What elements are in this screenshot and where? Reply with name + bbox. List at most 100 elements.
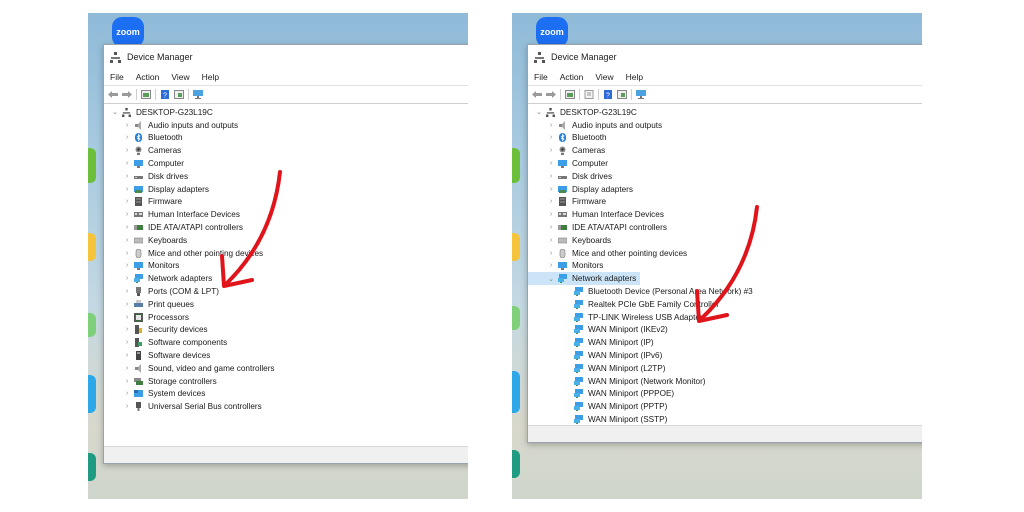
tree-category-item[interactable]: › Monitors <box>104 260 468 273</box>
show-hide-console-tree-icon[interactable] <box>141 90 151 99</box>
tree-category-item[interactable]: › Print queues <box>104 298 468 311</box>
chevron-right-icon[interactable]: › <box>122 147 132 154</box>
menu-file[interactable]: File <box>110 72 124 82</box>
help-icon[interactable]: ? <box>603 90 613 99</box>
tree-category-item[interactable]: › Disk drives <box>528 170 922 183</box>
desktop-app-icon[interactable] <box>512 148 520 183</box>
chevron-right-icon[interactable]: › <box>122 262 132 269</box>
chevron-right-icon[interactable]: › <box>122 211 132 218</box>
chevron-right-icon[interactable]: › <box>122 314 132 321</box>
chevron-right-icon[interactable]: › <box>122 365 132 372</box>
chevron-right-icon[interactable]: › <box>122 288 132 295</box>
tree-category-item[interactable]: › System devices <box>104 388 468 401</box>
chevron-right-icon[interactable]: › <box>546 224 556 231</box>
chevron-down-icon[interactable]: ⌄ <box>546 275 556 283</box>
tree-device-item[interactable]: WAN Miniport (PPPOE) <box>528 388 922 401</box>
chevron-right-icon[interactable]: › <box>122 173 132 180</box>
tree-category-item[interactable]: › Cameras <box>528 144 922 157</box>
tree-category-item[interactable]: › Bluetooth <box>104 132 468 145</box>
tree-category-item[interactable]: › IDE ATA/ATAPI controllers <box>104 221 468 234</box>
back-icon[interactable] <box>108 90 118 99</box>
tree-category-item[interactable]: › Processors <box>104 311 468 324</box>
menu-action[interactable]: Action <box>560 72 584 82</box>
desktop-app-icon[interactable] <box>88 375 96 413</box>
desktop-app-icon[interactable] <box>512 371 520 413</box>
chevron-right-icon[interactable]: › <box>122 378 132 385</box>
tree-root[interactable]: ⌄ DESKTOP-G23L19C <box>528 106 922 119</box>
tree-device-item[interactable]: WAN Miniport (L2TP) <box>528 362 922 375</box>
tree-category-item[interactable]: › Display adapters <box>104 183 468 196</box>
tree-category-item[interactable]: › Audio inputs and outputs <box>104 119 468 132</box>
tree-category-item[interactable]: › Monitors <box>528 260 922 273</box>
zoom-app-icon[interactable]: zoom <box>536 17 568 47</box>
tree-device-item[interactable]: Realtek PCIe GbE Family Controller <box>528 298 922 311</box>
tree-category-item[interactable]: › Computer <box>104 157 468 170</box>
chevron-right-icon[interactable]: › <box>546 211 556 218</box>
menu-help[interactable]: Help <box>626 72 643 82</box>
chevron-right-icon[interactable]: › <box>122 390 132 397</box>
chevron-right-icon[interactable]: › <box>122 275 132 282</box>
tree-device-item[interactable]: Bluetooth Device (Personal Area Network)… <box>528 285 922 298</box>
chevron-right-icon[interactable]: › <box>546 262 556 269</box>
scan-hardware-icon[interactable] <box>636 90 646 99</box>
chevron-right-icon[interactable]: › <box>122 403 132 410</box>
export-list-icon[interactable] <box>584 90 594 99</box>
tree-category-item[interactable]: › Ports (COM & LPT) <box>104 285 468 298</box>
desktop-app-icon[interactable] <box>512 450 520 478</box>
chevron-right-icon[interactable]: › <box>546 250 556 257</box>
tree-category-item[interactable]: › Software components <box>104 336 468 349</box>
tree-category-item[interactable]: › Mice and other pointing devices <box>528 247 922 260</box>
chevron-right-icon[interactable]: › <box>122 339 132 346</box>
forward-icon[interactable] <box>122 90 132 99</box>
menu-help[interactable]: Help <box>202 72 219 82</box>
chevron-right-icon[interactable]: › <box>546 134 556 141</box>
chevron-down-icon[interactable]: ⌄ <box>534 108 544 116</box>
chevron-down-icon[interactable]: ⌄ <box>110 108 120 116</box>
tree-device-item[interactable]: WAN Miniport (IKEv2) <box>528 324 922 337</box>
tree-category-item[interactable]: › Keyboards <box>528 234 922 247</box>
tree-category-item[interactable]: › Keyboards <box>104 234 468 247</box>
chevron-right-icon[interactable]: › <box>122 160 132 167</box>
chevron-right-icon[interactable]: › <box>546 122 556 129</box>
tree-device-item[interactable]: WAN Miniport (IP) <box>528 336 922 349</box>
tree-device-item[interactable]: WAN Miniport (Network Monitor) <box>528 375 922 388</box>
forward-icon[interactable] <box>546 90 556 99</box>
tree-category-item[interactable]: › Storage controllers <box>104 375 468 388</box>
zoom-app-icon[interactable]: zoom <box>112 17 144 47</box>
desktop-app-icon[interactable] <box>88 233 96 261</box>
chevron-right-icon[interactable]: › <box>122 352 132 359</box>
chevron-right-icon[interactable]: › <box>546 160 556 167</box>
tree-category-item[interactable]: › Firmware <box>104 196 468 209</box>
desktop-app-icon[interactable] <box>88 313 96 337</box>
scan-hardware-icon[interactable] <box>193 90 203 99</box>
desktop-app-icon[interactable] <box>512 306 520 330</box>
chevron-right-icon[interactable]: › <box>546 237 556 244</box>
tree-device-item[interactable]: TP-LINK Wireless USB Adapter <box>528 311 922 324</box>
desktop-app-icon[interactable] <box>512 233 520 261</box>
tree-category-item[interactable]: › Universal Serial Bus controllers <box>104 400 468 413</box>
menu-view[interactable]: View <box>595 72 613 82</box>
chevron-right-icon[interactable]: › <box>546 186 556 193</box>
desktop-app-icon[interactable] <box>88 453 96 481</box>
tree-category-item[interactable]: › IDE ATA/ATAPI controllers <box>528 221 922 234</box>
chevron-right-icon[interactable]: › <box>122 237 132 244</box>
chevron-right-icon[interactable]: › <box>122 122 132 129</box>
properties-icon[interactable] <box>617 90 627 99</box>
tree-category-item[interactable]: › Network adapters <box>104 272 468 285</box>
chevron-right-icon[interactable]: › <box>122 326 132 333</box>
properties-icon[interactable] <box>174 90 184 99</box>
back-icon[interactable] <box>532 90 542 99</box>
menu-view[interactable]: View <box>171 72 189 82</box>
chevron-right-icon[interactable]: › <box>122 198 132 205</box>
tree-category-item[interactable]: › Audio inputs and outputs <box>528 119 922 132</box>
tree-category-item[interactable]: › Security devices <box>104 324 468 337</box>
menu-file[interactable]: File <box>534 72 548 82</box>
chevron-right-icon[interactable]: › <box>122 186 132 193</box>
chevron-right-icon[interactable]: › <box>546 198 556 205</box>
tree-category-item[interactable]: › Disk drives <box>104 170 468 183</box>
tree-category-item-expanded[interactable]: ⌄ Network adapters <box>528 272 641 286</box>
tree-category-item[interactable]: › Sound, video and game controllers <box>104 362 468 375</box>
show-hide-console-tree-icon[interactable] <box>565 90 575 99</box>
chevron-right-icon[interactable]: › <box>122 301 132 308</box>
tree-category-item[interactable]: › Human Interface Devices <box>528 208 922 221</box>
